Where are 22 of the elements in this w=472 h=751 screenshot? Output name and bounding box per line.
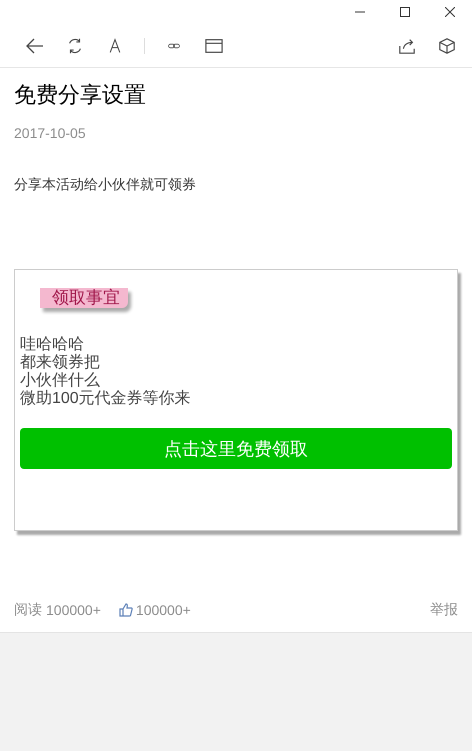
article-title: 免费分享设置 — [14, 81, 147, 109]
back-icon[interactable] — [25, 36, 45, 56]
section-badge: 领取事宜 — [40, 288, 128, 308]
window-icon[interactable] — [205, 36, 223, 54]
article-intro: 分享本活动给小伙伴就可领券 — [14, 176, 197, 194]
share-icon[interactable] — [398, 36, 416, 54]
close-icon[interactable] — [444, 7, 454, 17]
like-count[interactable]: 100000+ — [136, 602, 191, 618]
maximize-icon[interactable] — [400, 7, 410, 17]
thumbs-up-icon[interactable] — [118, 603, 133, 617]
report-link[interactable]: 举报 — [430, 601, 458, 619]
article-date: 2017-10-05 — [14, 125, 87, 141]
refresh-icon[interactable] — [66, 36, 84, 54]
card-text-line: 哇哈哈哈 — [20, 336, 84, 354]
card-text-line: 小伙伴什么 — [20, 372, 100, 390]
font-size-icon[interactable] — [107, 36, 123, 54]
card-text-line: 都来领券把 — [20, 354, 100, 372]
read-count: 100000+ — [46, 602, 101, 618]
card-text-line: 微助100元代金券等你来 — [20, 390, 191, 408]
cube-icon[interactable] — [438, 36, 456, 54]
read-label: 阅读 — [14, 601, 42, 619]
claim-button[interactable]: 点击这里免费领取 — [20, 428, 452, 469]
